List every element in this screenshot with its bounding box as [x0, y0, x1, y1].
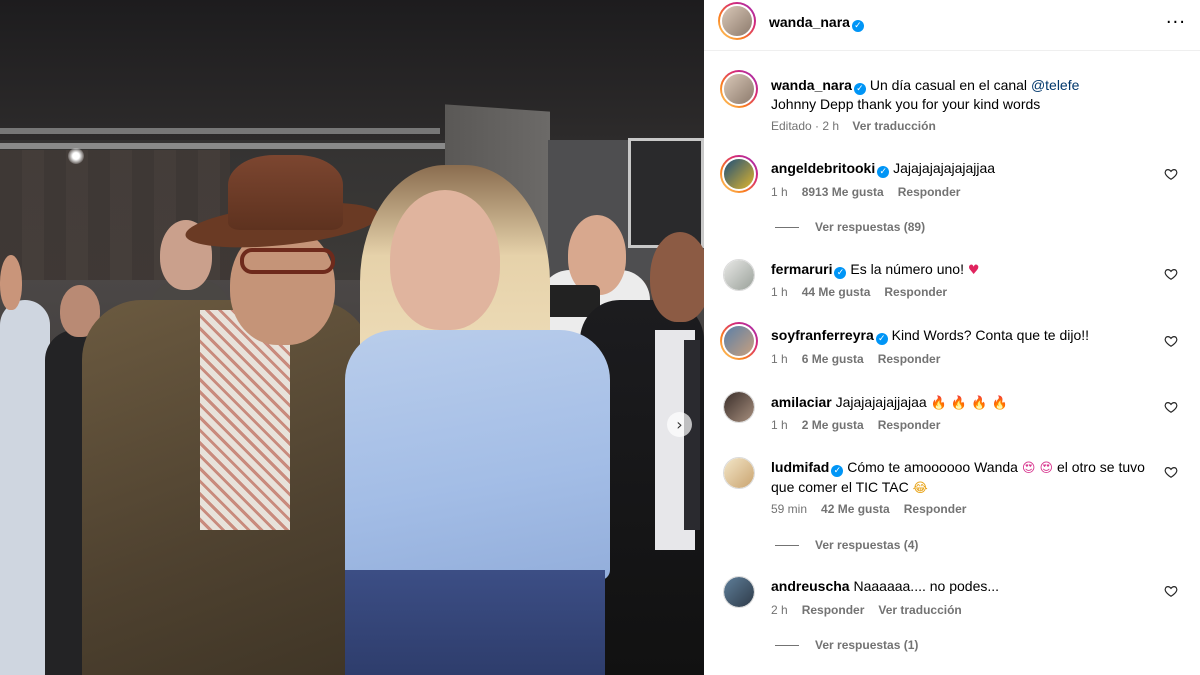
author-name-header[interactable]: wanda_nara ✓ [769, 14, 864, 32]
comment-text: soyfranferreyra ✓ Kind Words? Conta que t… [771, 327, 1090, 345]
edited-label: Editado [771, 119, 812, 133]
guard-head [650, 232, 704, 322]
caption-line2: Johnny Depp thank you for your kind word… [771, 96, 1041, 112]
caption-line1: Un día casual en el canal [869, 77, 1028, 93]
like-heart-icon[interactable] [1164, 400, 1178, 414]
post-photo[interactable]: › [0, 0, 704, 675]
view-replies-button[interactable]: Ver respuestas (89) [775, 220, 925, 234]
red-heart-emoji: ♥ [967, 263, 980, 278]
comment-text: fermaruri ✓ Es la número uno! ♥ [771, 261, 980, 279]
view-replies-button[interactable]: Ver respuestas (4) [775, 538, 918, 552]
woman-blue-shirt [345, 330, 610, 580]
camera-operator-head [568, 215, 626, 295]
comment-meta: 59 min 42 Me gusta Responder [771, 502, 967, 516]
woman-jeans [345, 570, 605, 675]
commenter-avatar[interactable] [720, 322, 758, 360]
comment-text: andreuscha Naaaaaa.... no podes... [771, 578, 1000, 594]
comment-meta: 1 h 8913 Me gusta Responder [771, 185, 961, 199]
like-heart-icon[interactable] [1164, 167, 1178, 181]
comment-meta: 1 h6 Me gusta Responder [771, 352, 941, 366]
woman-face [390, 190, 500, 330]
mention-link[interactable]: @telefe [1031, 77, 1079, 93]
laughing-emoji: 😂 [912, 481, 928, 496]
like-heart-icon[interactable] [1164, 267, 1178, 281]
commenter-avatar[interactable] [723, 576, 755, 608]
comment-text: amilaciar Jajajajajajjajaa 🔥 🔥 🔥 🔥 [771, 394, 1008, 411]
view-replies-button[interactable]: Ver respuestas (1) [775, 638, 918, 652]
comment-meta: 1 h 44 Me gusta Responder [771, 285, 948, 299]
caption-meta: Editado · 2 h Ver traducción [771, 119, 936, 133]
post-sidebar: wanda_nara ✓ ··· wanda_nara ✓ Un día casua… [704, 0, 1200, 675]
comment-text: ludmifad ✓ Cómo te amoooooo Wanda 😍 😍 el … [771, 459, 1145, 496]
verified-icon: ✓ [834, 267, 847, 279]
ceiling-lamp [68, 148, 84, 164]
heart-eyes-emoji: 😍 😍 [1021, 461, 1054, 476]
translate-link[interactable]: Ver traducción [852, 119, 935, 133]
author-avatar[interactable] [718, 2, 756, 40]
chevron-right-icon[interactable]: › [667, 412, 692, 437]
commenter-avatar[interactable] [720, 155, 758, 193]
commenter-avatar[interactable] [723, 457, 755, 489]
author-avatar[interactable] [720, 70, 758, 108]
comment-meta: 2 h Responder Ver traducción [771, 603, 962, 617]
verified-icon: ✓ [875, 333, 888, 345]
comment-meta: 1 h2 Me gusta Responder [771, 418, 941, 432]
verified-icon: ✓ [853, 83, 866, 95]
like-heart-icon[interactable] [1164, 584, 1178, 598]
bystander-head [0, 255, 22, 310]
commenter-avatar[interactable] [723, 259, 755, 291]
verified-icon: ✓ [851, 20, 864, 32]
man-glasses [240, 248, 335, 274]
pipe [0, 128, 440, 134]
caption-time[interactable]: 2 h [822, 119, 839, 133]
commenter-avatar[interactable] [723, 391, 755, 423]
like-heart-icon[interactable] [1164, 465, 1178, 479]
ceiling [0, 0, 704, 140]
post-header: wanda_nara ✓ ··· [704, 0, 1200, 51]
caption-text: wanda_nara ✓ Un día casual en el canal @t… [771, 76, 1181, 114]
verified-icon: ✓ [877, 166, 890, 178]
caption-author[interactable]: wanda_nara [771, 77, 852, 93]
more-horizontal-icon[interactable]: ··· [1166, 12, 1186, 33]
studio-monitor [628, 138, 704, 248]
bystander [0, 300, 50, 675]
verified-icon: ✓ [831, 465, 844, 477]
man-hat [228, 155, 343, 230]
like-heart-icon[interactable] [1164, 334, 1178, 348]
guard-tie [684, 340, 700, 530]
comment-text: angeldebritooki ✓ Jajajajajajajajjaa [771, 160, 996, 178]
fire-emoji: 🔥 🔥 🔥 🔥 [930, 396, 1008, 411]
